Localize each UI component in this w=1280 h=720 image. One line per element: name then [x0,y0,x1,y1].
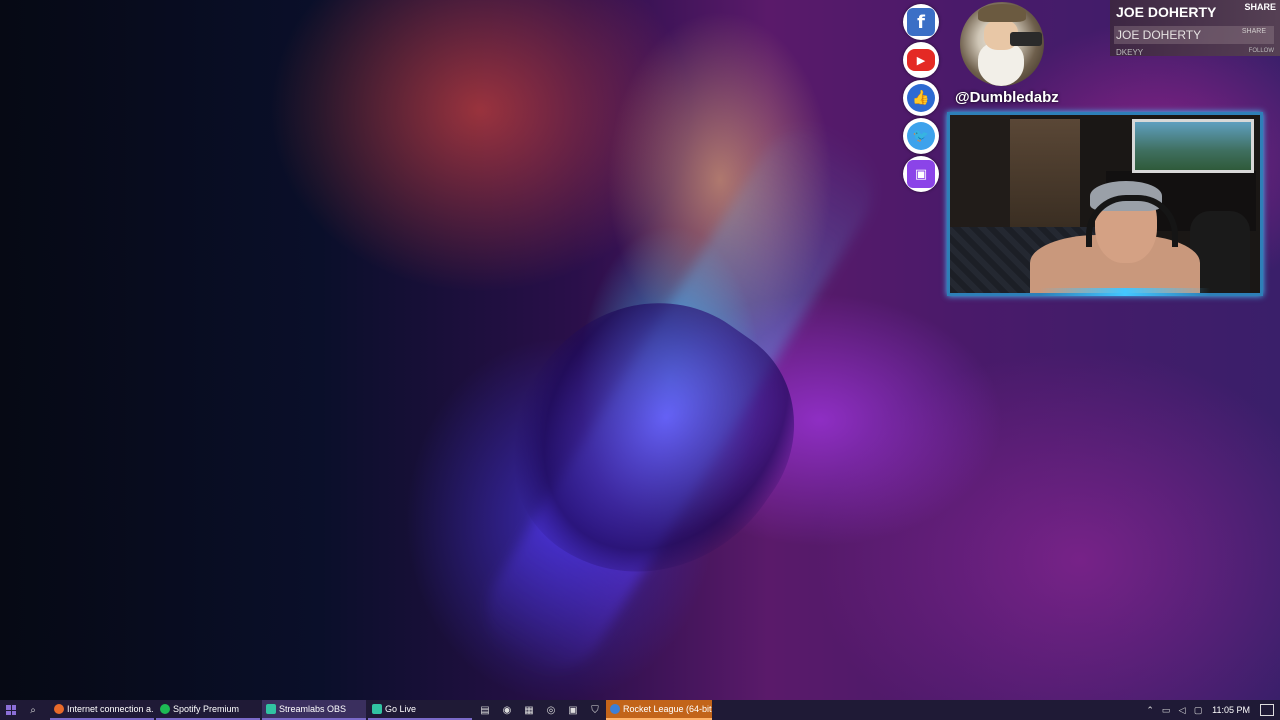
taskbar-item-label: Go Live [385,704,417,714]
streamlabs-icon [372,704,382,714]
firefox-icon [54,704,64,714]
taskbar-item-spotify[interactable]: Spotify Premium [156,700,260,720]
taskbar-item-label: Spotify Premium [173,704,240,714]
rocket-league-icon [610,704,620,714]
taskbar-item-firefox[interactable]: Internet connection a... [50,700,154,720]
youtube-icon: ▶ [903,42,939,78]
social-icons-column: f ▶ 👍 🐦 ▣ [903,4,939,194]
taskbar-item-rocket-league[interactable]: Rocket League (64-bit... [606,700,712,720]
calculator-icon[interactable]: ▦ [518,700,540,720]
spotify-icon [160,704,170,714]
facebook-icon: f [903,4,939,40]
browser-icon[interactable]: ◎ [540,700,562,720]
network-icon[interactable]: ▭ [1158,705,1174,716]
system-tray: ⌃ ▭ ◁ ▢ 11:05 PM [1142,700,1280,720]
speaker-icon[interactable]: ◁ [1174,705,1190,716]
desktop: f ▶ 👍 🐦 ▣ @Dumbledabz JOE DOHERTY SHARE … [0,0,1280,720]
like-icon: 👍 [903,80,939,116]
streamer-handle: @Dumbledabz [955,89,1059,106]
app-icon[interactable]: ▣ [562,700,584,720]
shield-icon[interactable]: ⛉ [584,700,606,720]
banner-sub-line: DKEYY [1116,48,1144,57]
banner-share-secondary: SHARE [1241,28,1266,35]
taskbar-item-label: Streamlabs OBS [279,704,347,714]
banner-share-label: SHARE [1244,2,1276,12]
steam-icon[interactable]: ◉ [496,700,518,720]
taskbar: ⌕ Internet connection a... Spotify Premi… [0,700,1280,720]
banner-name-primary: JOE DOHERTY [1116,4,1217,20]
taskbar-item-label: Internet connection a... [67,704,154,714]
taskbar-item-streamlabs[interactable]: Streamlabs OBS [262,700,366,720]
clock[interactable]: 11:05 PM [1212,705,1250,715]
search-icon[interactable]: ⌕ [22,700,44,720]
taskbar-item-go-live[interactable]: Go Live [368,700,472,720]
streamlabs-icon [266,704,276,714]
file-explorer-icon[interactable]: ▤ [474,700,496,720]
taskbar-item-label: Rocket League (64-bit... [623,704,712,714]
monitor-icon[interactable]: ▢ [1190,705,1206,716]
twitter-icon: 🐦 [903,118,939,154]
banner-name-secondary: JOE DOHERTY [1116,28,1202,42]
chevron-up-icon[interactable]: ⌃ [1142,705,1158,716]
name-banner: JOE DOHERTY SHARE JOE DOHERTY SHARE DKEY… [1110,0,1280,57]
windows-icon [6,705,16,715]
aquarium [1132,119,1254,173]
webcam-feed [947,112,1263,296]
notification-icon[interactable] [1260,704,1274,716]
streamer-avatar [960,2,1044,86]
start-button[interactable] [0,700,22,720]
webcam-frame-glow [1040,288,1210,296]
banner-follow-label: FOLLOW [1248,48,1274,54]
twitch-icon: ▣ [903,156,939,192]
